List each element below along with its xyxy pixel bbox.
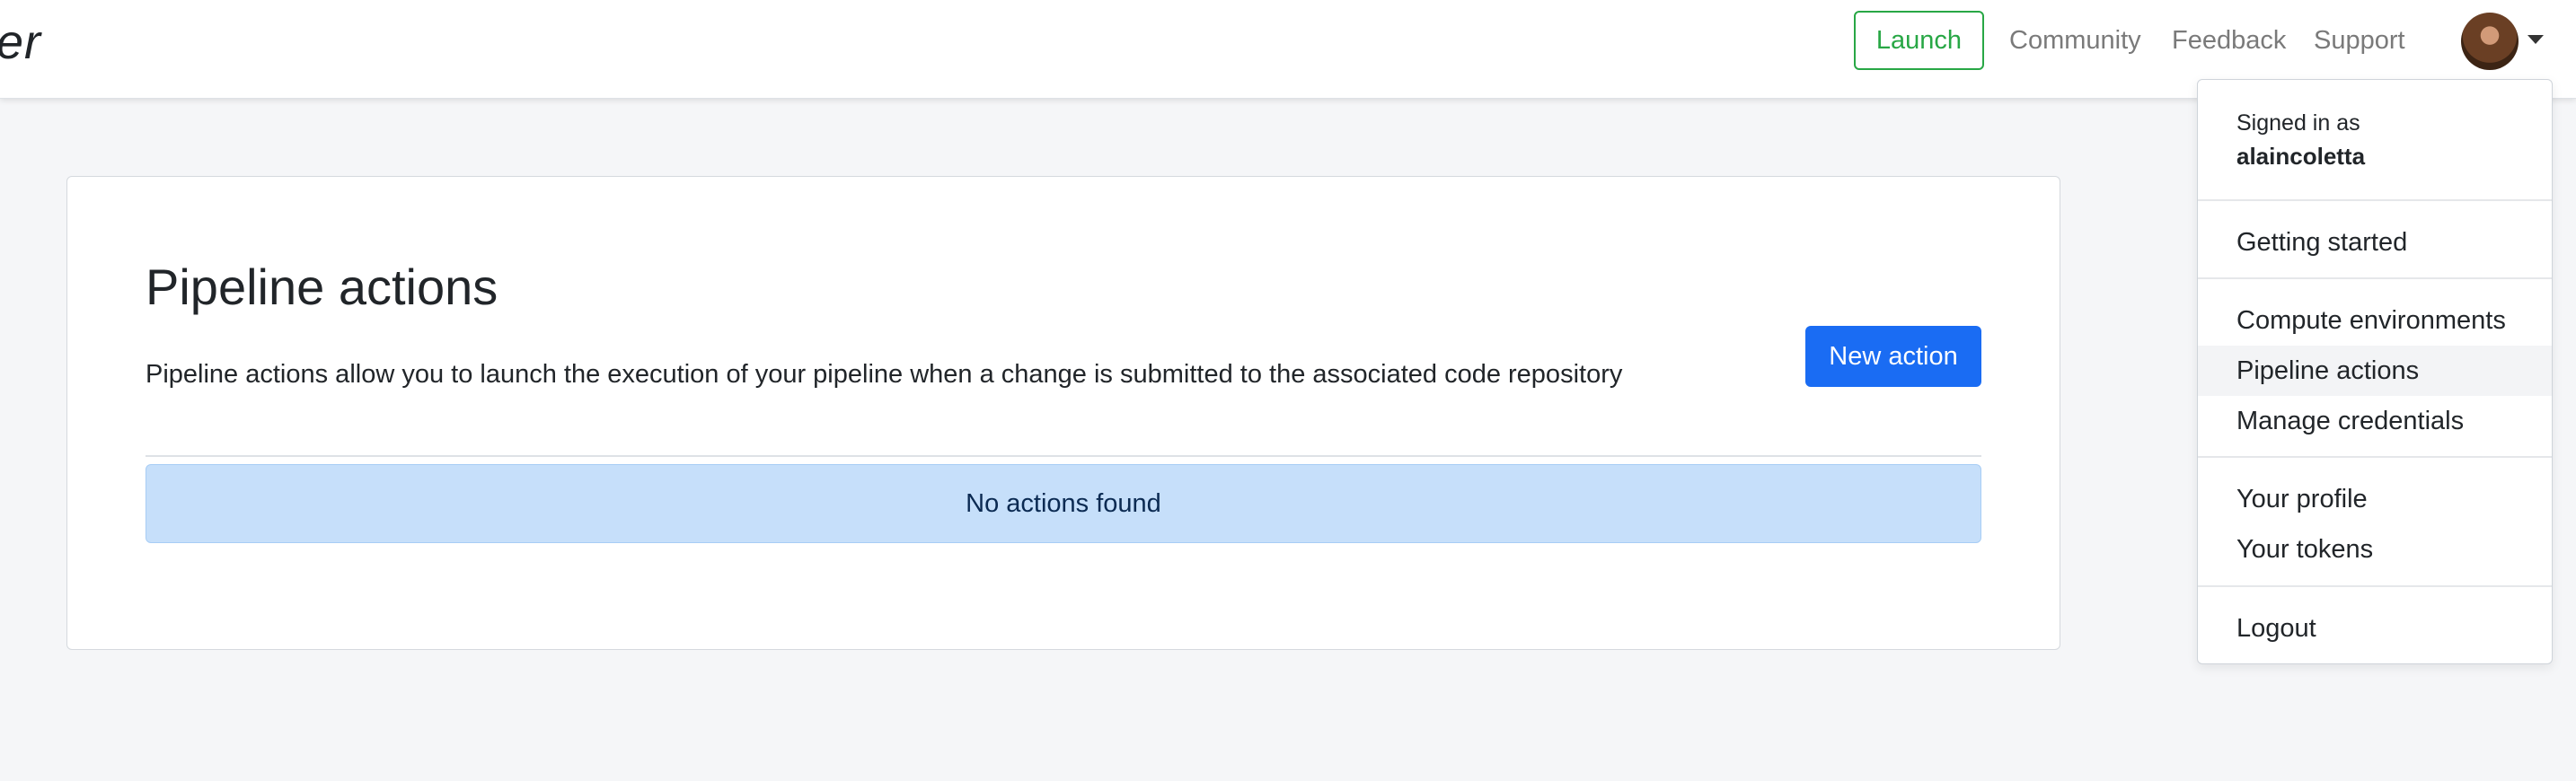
new-action-button[interactable]: New action [1805, 326, 1981, 387]
page-title: Pipeline actions [146, 259, 498, 315]
launch-button[interactable]: Launch [1854, 11, 1984, 70]
pipeline-actions-card: Pipeline actions Pipeline actions allow … [66, 176, 2060, 650]
menu-divider [2198, 277, 2552, 279]
menu-divider [2198, 199, 2552, 201]
menu-item-logout[interactable]: Logout [2198, 603, 2552, 654]
divider [146, 455, 1981, 457]
user-avatar[interactable] [2461, 13, 2519, 70]
nav-community-link[interactable]: Community [2009, 11, 2141, 70]
top-navbar: er Launch Community Feedback Support [0, 0, 2576, 99]
menu-divider [2198, 585, 2552, 587]
nav-support-link[interactable]: Support [2314, 11, 2405, 70]
menu-item-pipeline-actions[interactable]: Pipeline actions [2198, 346, 2552, 396]
brand-logo[interactable]: er [0, 11, 41, 74]
menu-item-your-profile[interactable]: Your profile [2198, 474, 2552, 524]
menu-item-compute-environments[interactable]: Compute environments [2198, 295, 2552, 346]
user-dropdown-menu: Signed in as alaincoletta Getting starte… [2197, 79, 2553, 664]
menu-item-your-tokens[interactable]: Your tokens [2198, 524, 2552, 575]
empty-state-alert: No actions found [146, 464, 1981, 543]
signed-in-label: Signed in as [2236, 110, 2360, 136]
signed-in-username: alaincoletta [2236, 143, 2366, 170]
page-description: Pipeline actions allow you to launch the… [146, 360, 1623, 389]
chevron-down-icon[interactable] [2527, 35, 2544, 44]
menu-divider [2198, 456, 2552, 458]
menu-item-manage-credentials[interactable]: Manage credentials [2198, 396, 2552, 446]
nav-feedback-link[interactable]: Feedback [2172, 11, 2286, 70]
menu-item-getting-started[interactable]: Getting started [2198, 217, 2552, 268]
